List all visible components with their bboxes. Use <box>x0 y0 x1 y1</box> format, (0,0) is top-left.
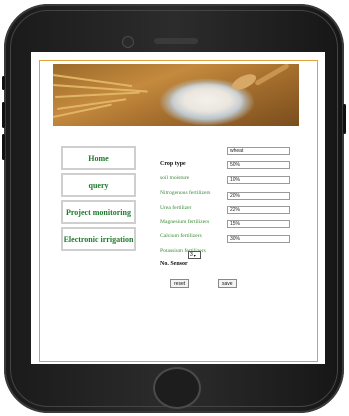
nav-query[interactable]: query <box>61 173 136 197</box>
home-button[interactable] <box>153 367 201 409</box>
volume-up-button[interactable] <box>2 102 5 128</box>
nav-project-monitoring[interactable]: Project monitoring <box>61 200 136 224</box>
soil-moisture-input[interactable]: 50% <box>227 161 290 169</box>
nav-home[interactable]: Home <box>61 146 136 170</box>
sensor-select-value: 3 <box>190 252 193 258</box>
crop-type-input[interactable]: wheat <box>227 147 290 155</box>
potassium-input[interactable]: 30% <box>227 235 290 243</box>
sensor-label: No. Sensor <box>160 261 188 267</box>
front-camera-icon <box>122 36 134 48</box>
page-frame: Home query Project monitoring Electronic… <box>39 60 318 362</box>
mute-switch[interactable] <box>2 76 5 90</box>
chevron-down-icon: ▾ <box>193 252 196 258</box>
reset-button[interactable]: reset <box>170 279 190 288</box>
banner-image <box>53 64 299 126</box>
phone-screen: Home query Project monitoring Electronic… <box>31 52 325 364</box>
nitrogenous-input[interactable]: 10% <box>227 176 290 184</box>
power-button[interactable] <box>343 104 346 134</box>
sensor-select[interactable]: 3 ▾ <box>188 251 201 259</box>
speaker-grille <box>154 38 198 44</box>
nav-electronic-irrigation[interactable]: Electronic irrigation <box>61 227 136 251</box>
urea-input[interactable]: 20% <box>227 192 290 200</box>
row-sensor: No. Sensor 3 ▾ <box>160 251 201 270</box>
magnesium-input[interactable]: 22% <box>227 206 290 214</box>
calcium-input[interactable]: 15% <box>227 220 290 228</box>
volume-down-button[interactable] <box>2 134 5 160</box>
side-navigation: Home query Project monitoring Electronic… <box>61 146 136 254</box>
save-button[interactable]: save <box>218 279 237 288</box>
